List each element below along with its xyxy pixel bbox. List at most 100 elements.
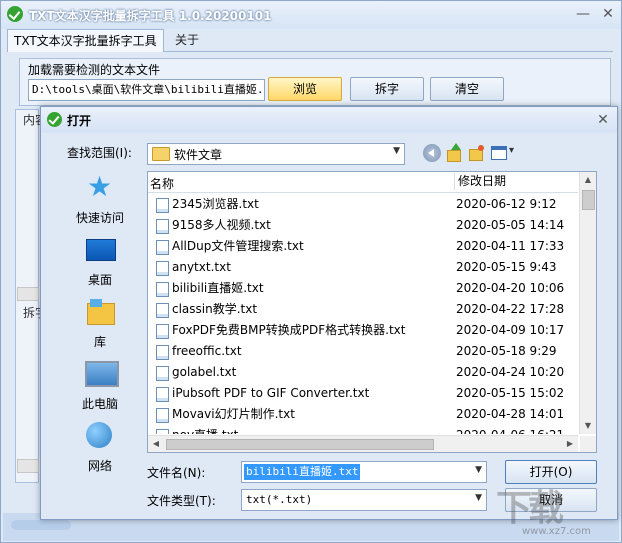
app-check-icon <box>7 6 23 22</box>
dialog-close-button[interactable]: ✕ <box>594 111 612 129</box>
place-label: 库 <box>93 335 106 349</box>
text-file-icon <box>156 366 169 381</box>
look-in-dropdown[interactable]: 软件文章 ▼ <box>147 143 405 165</box>
file-row[interactable]: 9158多人视频.txt 2020-05-05 14:14 <box>148 215 578 236</box>
main-window-title: TXT文本汉字批量拆字工具 1.0.20200101 <box>29 9 272 23</box>
file-row[interactable]: bilibili直播姬.txt 2020-04-20 10:06 <box>148 278 578 299</box>
text-file-icon <box>156 345 169 360</box>
hscroll-thumb[interactable] <box>166 439 434 450</box>
text-file-icon <box>156 240 169 255</box>
scroll-left-icon[interactable]: ◀ <box>148 436 164 452</box>
text-file-icon <box>156 408 169 423</box>
clear-button[interactable]: 清空 <box>430 77 504 101</box>
file-row[interactable]: classin教学.txt 2020-04-22 17:28 <box>148 299 578 320</box>
column-date-header[interactable]: 修改日期 <box>454 173 506 190</box>
file-name: bilibili直播姬.txt <box>172 281 264 295</box>
place-label: 桌面 <box>87 273 112 287</box>
column-name-header[interactable]: 名称 <box>150 175 174 192</box>
place-this-pc[interactable]: 此电脑 <box>61 357 139 419</box>
load-file-group: 加载需要检测的文本文件 D:\tools\桌面\软件文章\bilibili直播姬… <box>19 58 611 106</box>
open-button[interactable]: 打开(O) <box>505 460 597 484</box>
scroll-down-icon[interactable]: ▼ <box>580 418 596 434</box>
file-name: iPubsoft PDF to GIF Converter.txt <box>172 386 370 400</box>
file-path-input[interactable]: D:\tools\桌面\软件文章\bilibili直播姬.txt <box>28 79 265 101</box>
file-row[interactable]: anytxt.txt 2020-05-15 9:43 <box>148 257 578 278</box>
new-folder-icon[interactable] <box>467 144 485 162</box>
file-date: 2020-04-11 17:33 <box>456 239 565 253</box>
file-list: 名称 修改日期 2345浏览器.txt 2020-06-12 9:12 9158多人… <box>147 171 597 453</box>
place-quick-access[interactable]: ★ 快速访问 <box>61 171 139 233</box>
place-desktop[interactable]: 桌面 <box>61 233 139 295</box>
place-network[interactable]: 网络 <box>61 419 139 481</box>
star-icon: ★ <box>87 170 113 203</box>
file-name: classin教学.txt <box>172 302 258 316</box>
minimize-button[interactable]: — <box>573 5 593 23</box>
split-button[interactable]: 拆字 <box>350 77 424 101</box>
look-in-label: 查找范围(I): <box>67 146 132 160</box>
file-name-input[interactable]: bilibili直播姬.txt ▼ <box>241 461 487 483</box>
file-type-select[interactable]: txt(*.txt) ▼ <box>241 489 487 511</box>
file-row[interactable]: FoxPDF免费BMP转换成PDF格式转换器.txt 2020-04-09 10:… <box>148 320 578 341</box>
file-row[interactable]: nov直播.txt 2020-04-06 16:21 <box>148 425 578 434</box>
open-file-dialog: 打开 ✕ 查找范围(I): 软件文章 ▼ ★ 快速访问 桌面 库 此电脑 网络 <box>40 106 618 520</box>
places-bar: ★ 快速访问 桌面 库 此电脑 网络 <box>61 171 139 477</box>
place-label: 网络 <box>87 459 112 473</box>
file-date: 2020-05-05 14:14 <box>456 218 565 232</box>
chevron-down-icon[interactable]: ▼ <box>475 465 482 475</box>
file-row[interactable]: Movavi幻灯片制作.txt 2020-04-28 14:01 <box>148 404 578 425</box>
dialog-titlebar: 打开 ✕ <box>41 107 617 133</box>
tab-tool[interactable]: TXT文本汉字批量拆字工具 <box>7 29 164 52</box>
vertical-scrollbar[interactable]: ▲ ▼ <box>579 172 596 434</box>
text-file-icon <box>156 198 169 213</box>
file-date: 2020-06-12 9:12 <box>456 197 557 211</box>
file-name-label: 文件名(N): <box>147 466 206 480</box>
chevron-down-icon[interactable]: ▼ <box>475 493 482 503</box>
load-file-label: 加载需要检测的文本文件 <box>28 63 161 77</box>
tab-about[interactable]: 关于 <box>169 29 205 51</box>
tab-strip: TXT文本汉字批量拆字工具 关于 <box>7 29 613 52</box>
file-name: Movavi幻灯片制作.txt <box>172 407 295 421</box>
place-library[interactable]: 库 <box>61 295 139 357</box>
desktop-icon <box>86 239 116 261</box>
view-menu-icon[interactable] <box>491 144 517 162</box>
file-date: 2020-04-22 17:28 <box>456 302 565 316</box>
file-row[interactable]: freeoffic.txt 2020-05-18 9:29 <box>148 341 578 362</box>
folder-icon <box>152 147 170 161</box>
chevron-down-icon: ▼ <box>393 146 400 156</box>
horizontal-scrollbar[interactable]: ◀ ▶ <box>148 435 578 452</box>
network-icon <box>86 422 112 448</box>
file-name: 2345浏览器.txt <box>172 197 259 211</box>
content-hscroll[interactable] <box>17 287 39 301</box>
scroll-up-icon[interactable]: ▲ <box>580 172 596 188</box>
status-indicator <box>11 520 71 530</box>
scroll-corner <box>580 436 596 452</box>
close-button[interactable]: ✕ <box>598 5 618 23</box>
back-icon[interactable] <box>423 144 441 162</box>
computer-icon <box>85 361 119 387</box>
file-row[interactable]: iPubsoft PDF to GIF Converter.txt 2020-05… <box>148 383 578 404</box>
file-name: 9158多人视频.txt <box>172 218 271 232</box>
split-hscroll[interactable] <box>17 459 39 473</box>
file-row[interactable]: golabel.txt 2020-04-24 10:20 <box>148 362 578 383</box>
scroll-thumb[interactable] <box>582 190 595 210</box>
up-folder-icon[interactable] <box>445 143 463 162</box>
cancel-button[interactable]: 取消 <box>505 488 597 512</box>
file-date: 2020-04-24 10:20 <box>456 365 565 379</box>
file-date: 2020-05-15 15:02 <box>456 386 565 400</box>
file-date: 2020-04-28 14:01 <box>456 407 565 421</box>
file-date: 2020-05-18 9:29 <box>456 344 557 358</box>
dialog-title: 打开 <box>67 114 92 128</box>
scroll-right-icon[interactable]: ▶ <box>562 436 578 452</box>
file-name: nov直播.txt <box>172 425 238 434</box>
browse-button[interactable]: 浏览 <box>268 77 342 101</box>
text-file-icon <box>156 219 169 234</box>
file-name: freeoffic.txt <box>172 344 242 358</box>
file-name-value: bilibili直播姬.txt <box>244 464 361 480</box>
file-name: golabel.txt <box>172 365 237 379</box>
main-titlebar: TXT文本汉字批量拆字工具 1.0.20200101 — ✕ <box>1 1 621 29</box>
text-file-icon <box>156 282 169 297</box>
dialog-check-icon <box>47 112 62 127</box>
place-label: 此电脑 <box>81 397 118 411</box>
file-row[interactable]: AllDup文件管理搜索.txt 2020-04-11 17:33 <box>148 236 578 257</box>
file-row[interactable]: 2345浏览器.txt 2020-06-12 9:12 <box>148 194 578 215</box>
